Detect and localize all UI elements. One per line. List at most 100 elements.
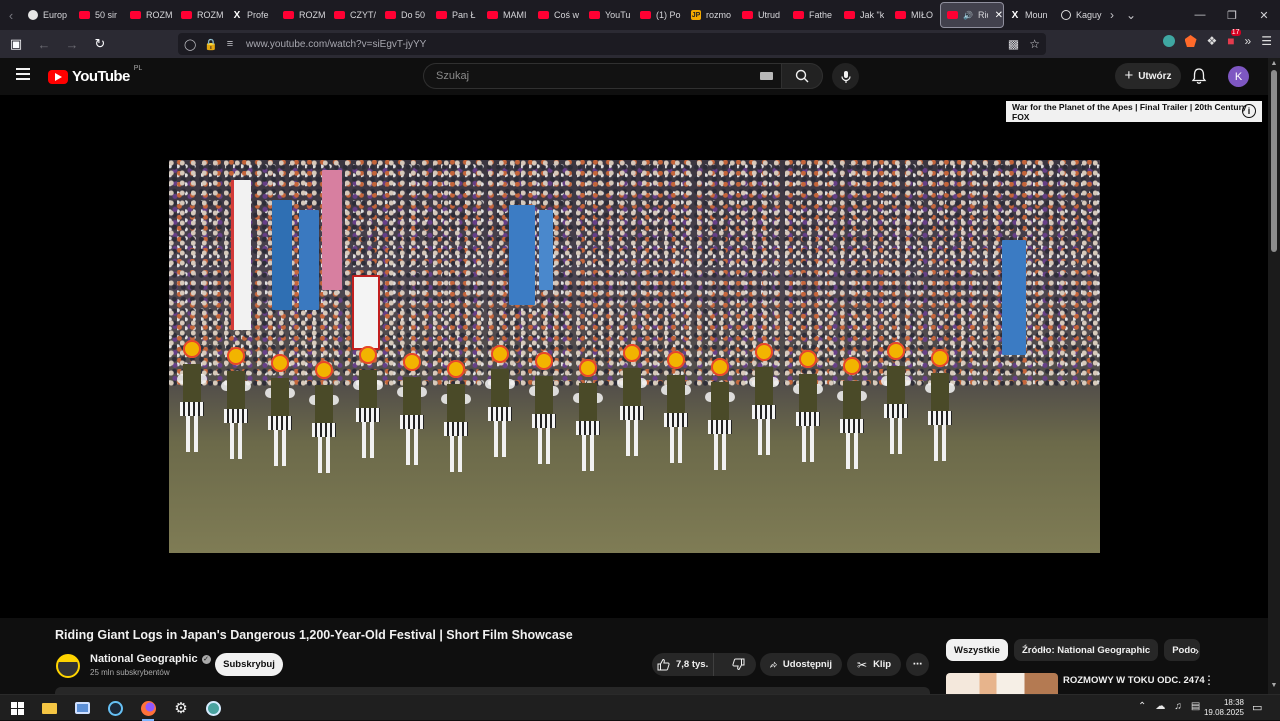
firefox-icon[interactable] <box>139 699 157 721</box>
file-explorer-icon[interactable] <box>40 699 58 717</box>
share-button[interactable]: Udostępnij <box>760 653 842 676</box>
recommendation-thumbnail[interactable] <box>946 673 1058 694</box>
network-app-icon[interactable] <box>204 699 222 717</box>
youtube-logo[interactable]: YouTube PL <box>48 65 142 85</box>
dancer-skirt <box>576 421 600 435</box>
start-windows-icon[interactable] <box>8 699 26 717</box>
browser-tab[interactable]: ROZM <box>124 2 175 28</box>
notifications-icon[interactable]: ▭ <box>1252 701 1262 714</box>
browser-tab[interactable]: Do 50 <box>379 2 430 28</box>
browser-tab[interactable]: ROZM <box>277 2 328 28</box>
minimize-button[interactable]: — <box>1184 0 1216 30</box>
steam-icon[interactable] <box>106 699 124 717</box>
subscribe-button[interactable]: Subskrybuj <box>215 653 283 676</box>
search-button[interactable] <box>781 63 823 89</box>
browser-tab[interactable]: CZYT/ <box>328 2 379 28</box>
browser-tab[interactable]: Fathe <box>787 2 838 28</box>
restore-button[interactable]: ❐ <box>1216 0 1248 30</box>
tab-audio-speaker-icon[interactable]: 🔊 <box>963 11 973 20</box>
extensions-puzzle-icon[interactable]: ❖ <box>1207 34 1218 48</box>
browser-tab[interactable]: MAMI <box>481 2 532 28</box>
thumbs-up-icon <box>657 658 670 671</box>
description-box[interactable] <box>55 687 930 694</box>
channel-name[interactable]: National Geographic ✓ <box>90 653 211 665</box>
subscriber-count: 25 mln subskrybentów <box>90 668 170 677</box>
extension-shield-icon[interactable] <box>1162 35 1175 47</box>
dancer-hat <box>403 353 421 371</box>
network-icon[interactable]: ▤ <box>1191 701 1200 712</box>
browser-tab-active[interactable]: 🔊 Rid ✕ <box>940 2 1004 28</box>
more-actions-button[interactable]: ⋯ <box>906 653 929 676</box>
reload-button[interactable]: ↻ <box>88 32 112 56</box>
filter-chip[interactable]: Źródło: National Geographic <box>1013 639 1159 661</box>
page-scrollbar[interactable]: ▲ ▼ <box>1268 58 1280 694</box>
browser-tab[interactable]: Coś w <box>532 2 583 28</box>
browser-tab[interactable]: Kaguy <box>1055 2 1106 28</box>
system-clock[interactable]: 18:38 19.08.2025 <box>1200 698 1244 718</box>
search-input[interactable] <box>434 69 734 83</box>
recommendation-more-icon[interactable]: ⋮ <box>1203 673 1215 687</box>
browser-tab[interactable]: Pan Ł <box>430 2 481 28</box>
channel-name-text[interactable]: National Geographic <box>90 653 198 665</box>
guide-menu-icon[interactable] <box>16 68 30 80</box>
keyboard-icon[interactable] <box>760 72 773 80</box>
ad-overlay-title[interactable]: War for the Planet of the Apes | Final T… <box>1006 101 1262 122</box>
url-text[interactable]: www.youtube.com/watch?v=siEgvT-jyYY <box>246 39 426 50</box>
permissions-icon[interactable]: ≡ <box>224 38 236 50</box>
video-player[interactable]: War for the Planet of the Apes | Final T… <box>0 95 1268 618</box>
browser-tab[interactable]: Europ <box>22 2 73 28</box>
browser-tab[interactable]: Jak "k <box>838 2 889 28</box>
extension-badge-icon[interactable]: ■ 17 <box>1227 29 1241 48</box>
tab-scroll-left-button[interactable]: ‹ <box>0 0 22 30</box>
dislike-button[interactable] <box>720 653 756 676</box>
channel-avatar[interactable] <box>56 654 80 678</box>
browser-tab[interactable]: YouTu <box>583 2 634 28</box>
forward-button[interactable]: → <box>60 32 84 56</box>
dancer-figure <box>221 347 251 487</box>
scroll-down-arrow-icon[interactable]: ▼ <box>1268 682 1280 692</box>
browser-tab[interactable]: 50 sir <box>73 2 124 28</box>
more-tools-chevron-icon[interactable]: » <box>1245 34 1252 48</box>
chips-next-chevron-icon[interactable]: › <box>1188 642 1206 660</box>
clip-button[interactable]: ✂ Klip <box>847 653 901 676</box>
browser-tab[interactable]: ROZM <box>175 2 226 28</box>
browser-tab[interactable]: MIŁO <box>889 2 940 28</box>
create-button[interactable]: + Utwórz <box>1115 63 1181 89</box>
extension-fox-icon[interactable] <box>1184 35 1197 47</box>
tracking-protection-shield-icon[interactable]: ◯ <box>184 38 196 51</box>
lock-icon[interactable]: 🔒 <box>204 38 218 51</box>
onedrive-cloud-icon[interactable]: ☁ <box>1155 701 1165 712</box>
scrollbar-thumb[interactable] <box>1271 70 1277 252</box>
browser-tab[interactable]: X Profe <box>226 2 277 28</box>
browser-tab[interactable]: X Moun <box>1004 2 1055 28</box>
voice-search-button[interactable] <box>832 63 859 90</box>
tab-close-icon[interactable]: ✕ <box>995 10 1003 21</box>
address-bar[interactable]: ◯ 🔒 ≡ www.youtube.com/watch?v=siEgvT-jyY… <box>178 33 1046 55</box>
scroll-up-arrow-icon[interactable]: ▲ <box>1268 60 1280 70</box>
bookmark-star-icon[interactable]: ☆ <box>1029 37 1040 51</box>
sidebar-toggle-icon[interactable]: ▣ <box>4 32 28 56</box>
filter-chip[interactable]: Wszystkie <box>946 639 1008 661</box>
notifications-bell-icon[interactable] <box>1190 67 1208 85</box>
info-icon[interactable]: i <box>1242 104 1256 118</box>
watch-metadata: Riding Giant Logs in Japan's Dangerous 1… <box>0 618 1268 694</box>
browser-tab[interactable]: JP rozmo <box>685 2 736 28</box>
settings-gear-icon[interactable]: ⚙ <box>172 699 190 717</box>
recommendation-title[interactable]: ROZMOWY W TOKU ODC. 2474 <box>1063 675 1205 686</box>
back-button[interactable]: ← <box>32 32 56 56</box>
browser-tab[interactable]: Utrud <box>736 2 787 28</box>
like-button[interactable]: 7,8 tys. <box>652 653 715 676</box>
tab-scroll-right-button[interactable]: › <box>1110 8 1114 22</box>
reader-view-icon[interactable]: ▩ <box>1008 37 1019 51</box>
app-menu-hamburger-icon[interactable]: ☰ <box>1261 34 1272 48</box>
speaker-volume-icon[interactable]: ♫ <box>1174 701 1182 712</box>
dancer-legs <box>230 423 242 459</box>
tray-expand-chevron-icon[interactable]: ⌃ <box>1138 701 1146 712</box>
list-all-tabs-button[interactable]: ⌄ <box>1126 8 1136 22</box>
festival-banner <box>299 210 319 310</box>
close-window-button[interactable]: ✕ <box>1248 0 1280 30</box>
account-avatar[interactable]: K <box>1228 66 1249 87</box>
video-frame-festival-crowd[interactable] <box>169 160 1100 553</box>
remote-desktop-icon[interactable] <box>73 699 91 717</box>
browser-tab[interactable]: (1) Po <box>634 2 685 28</box>
